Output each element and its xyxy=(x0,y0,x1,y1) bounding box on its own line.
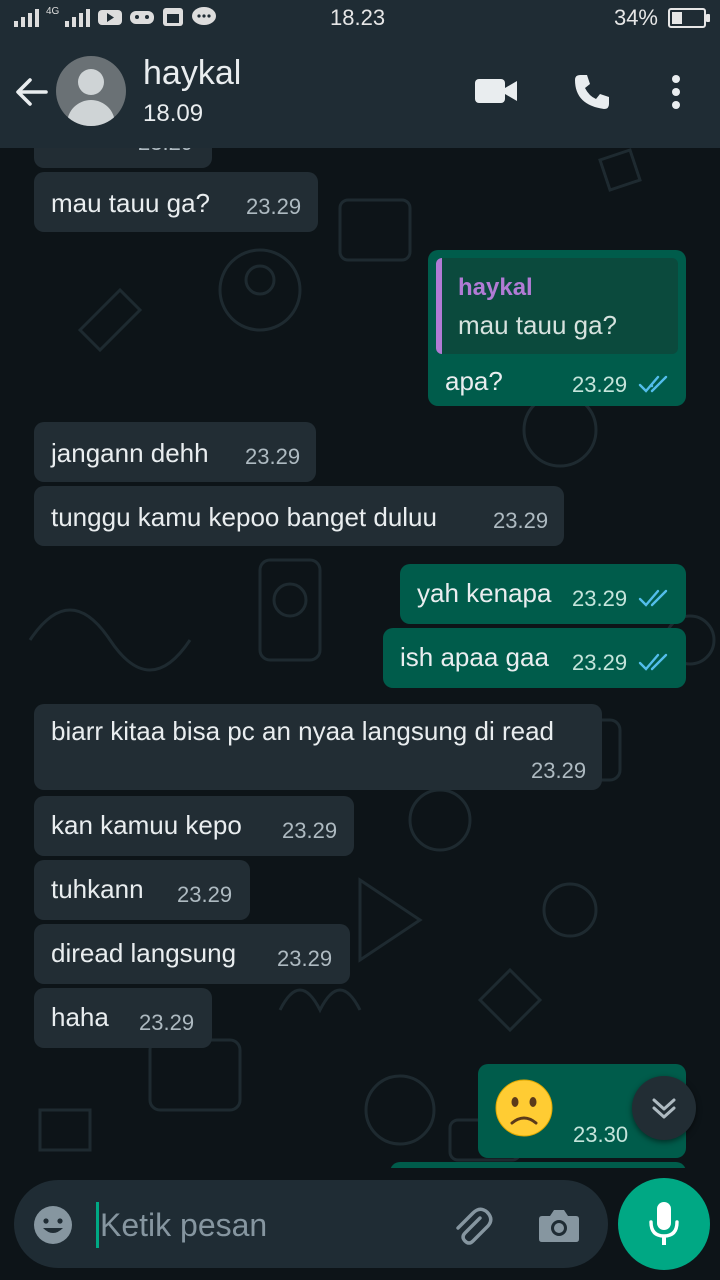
message-bubble-outgoing[interactable]: haykal mau tauu ga? apa? 23.29 xyxy=(428,250,686,406)
back-arrow-icon[interactable] xyxy=(14,74,50,115)
attach-icon[interactable] xyxy=(450,1204,494,1253)
message-time: 23.29 xyxy=(277,946,333,971)
read-receipt-icon xyxy=(638,653,668,671)
android-icon xyxy=(163,8,184,26)
message-input[interactable] xyxy=(98,1198,432,1252)
message-bubble-incoming[interactable]: haha 23.29 xyxy=(34,988,212,1048)
message-bubble-outgoing[interactable]: yah kenapa 23.29 xyxy=(400,564,686,624)
status-icons: 4G xyxy=(14,6,217,28)
message-text: tuhkann xyxy=(51,874,144,904)
message-time: 23.29 xyxy=(246,194,302,219)
voice-record-button[interactable] xyxy=(618,1178,710,1270)
message-list[interactable]: 23.29 mau tauu ga? 23.29 haykal mau tauu… xyxy=(0,148,720,1168)
status-bar: 4G 18.23 34% xyxy=(0,0,720,36)
clock: 18.23 xyxy=(330,5,386,30)
signal-icon xyxy=(14,9,39,27)
message-time: 23.29 xyxy=(572,650,628,675)
scroll-to-bottom-button[interactable] xyxy=(632,1076,696,1140)
message-time: 23.29 xyxy=(493,508,549,533)
message-text: mau tauu ga? xyxy=(51,188,211,218)
battery-status: 34% xyxy=(613,5,710,31)
message-text: yah kenapa xyxy=(417,578,552,608)
message-time: 23.29 xyxy=(245,444,301,469)
voice-call-icon[interactable] xyxy=(572,72,612,117)
message-bubble-incoming[interactable]: kan kamuu kepo 23.29 xyxy=(34,796,354,856)
message-bubble-incoming[interactable]: tunggu kamu kepoo banget duluu 23.29 xyxy=(34,486,564,546)
quoted-sender: haykal xyxy=(458,274,533,301)
sad-face-emoji xyxy=(494,1078,554,1138)
message-text: biarr kitaa bisa pc an nyaa langsung di … xyxy=(51,716,554,746)
message-text: haha xyxy=(51,1002,109,1032)
last-seen: 18.09 xyxy=(143,100,204,127)
network-type: 4G xyxy=(46,5,60,17)
battery-icon xyxy=(668,8,710,28)
message-time: 23.29 xyxy=(531,758,587,783)
message-time: 23.29 xyxy=(139,1010,195,1035)
message-text: ish apaa gaa xyxy=(400,642,549,672)
message-time: 23.29 xyxy=(282,818,338,843)
message-bubble-incoming[interactable]: biarr kitaa bisa pc an nyaa langsung di … xyxy=(34,704,602,790)
message-bubble-incoming[interactable]: tuhkann 23.29 xyxy=(34,860,250,920)
contact-name[interactable]: haykal xyxy=(143,54,241,93)
double-chevron-down-icon xyxy=(652,1098,676,1119)
message-bubble-incoming[interactable]: 23.29 xyxy=(34,148,212,168)
message-bubble-incoming[interactable]: jangann dehh 23.29 xyxy=(34,422,316,482)
message-time: 23.29 xyxy=(177,882,233,907)
mic-icon xyxy=(649,1202,679,1245)
chat-bubble-icon xyxy=(192,7,217,25)
message-bubble-incoming[interactable]: diread langsung 23.29 xyxy=(34,924,350,984)
message-text: jangann dehh xyxy=(51,438,209,468)
message-time: 23.29 xyxy=(572,586,628,611)
quoted-text: mau tauu ga? xyxy=(458,310,618,340)
more-vert-icon[interactable] xyxy=(668,74,684,115)
message-bubble-incoming[interactable]: mau tauu ga? 23.29 xyxy=(34,172,318,232)
message-time: 23.30 xyxy=(573,1122,629,1147)
signal-icon-2 xyxy=(65,9,91,27)
message-text: kan kamuu kepo xyxy=(51,810,242,840)
game-icon xyxy=(130,11,155,24)
youtube-icon xyxy=(98,10,123,25)
quoted-message[interactable]: haykal mau tauu ga? xyxy=(436,258,678,354)
message-time: 23.29 xyxy=(138,148,193,156)
camera-icon[interactable] xyxy=(538,1206,580,1249)
read-receipt-icon xyxy=(638,375,668,393)
message-text: apa? xyxy=(445,366,503,396)
battery-percent: 34% xyxy=(613,5,658,30)
message-bubble-outgoing[interactable]: ish apaa gaa 23.29 xyxy=(383,628,686,688)
video-call-icon[interactable] xyxy=(474,76,518,111)
message-text: tunggu kamu kepoo banget duluu xyxy=(51,502,437,532)
avatar[interactable] xyxy=(56,56,126,126)
message-bubble-outgoing[interactable] xyxy=(390,1162,686,1168)
chat-header: haykal 18.09 xyxy=(0,36,720,148)
message-composer xyxy=(14,1180,608,1268)
message-text: diread langsung xyxy=(51,938,237,968)
read-receipt-icon xyxy=(638,589,668,607)
message-time: 23.29 xyxy=(572,372,628,397)
emoji-icon[interactable] xyxy=(32,1204,74,1251)
